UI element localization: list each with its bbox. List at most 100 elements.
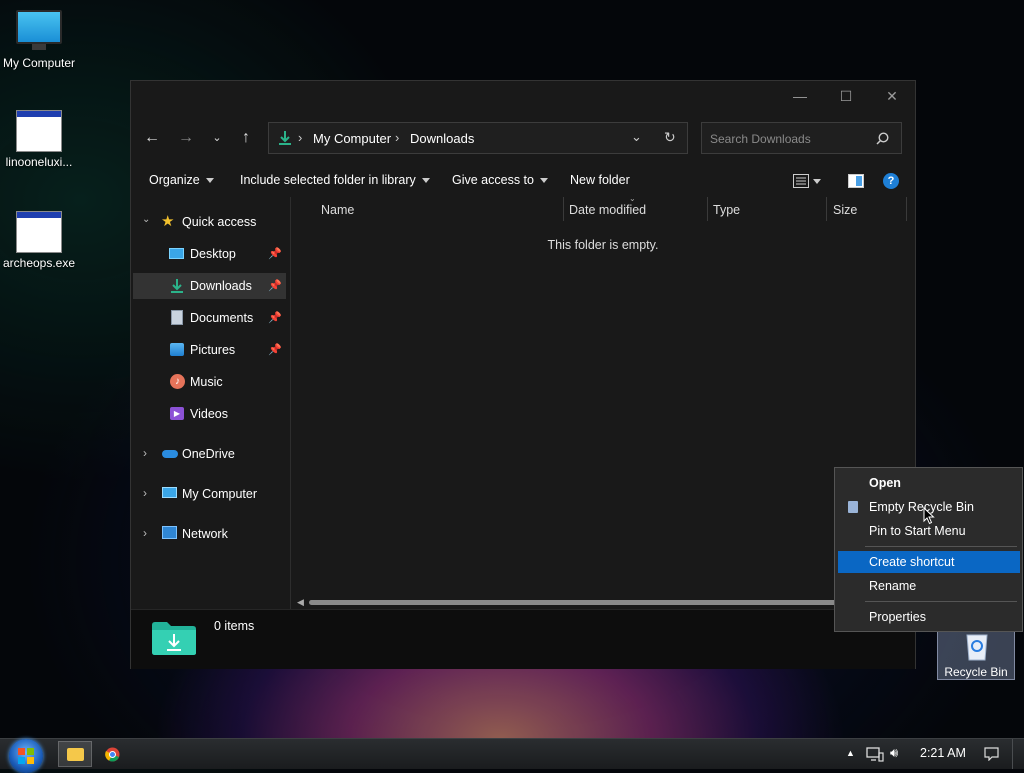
new-folder-button[interactable]: New folder: [570, 173, 630, 187]
menu-separator: [865, 546, 1017, 547]
menu-item-open[interactable]: Open: [838, 472, 1020, 494]
minimize-button[interactable]: —: [777, 85, 823, 107]
file-explorer-window: — ☐ ✕ ← → ⌄ ↑ › My Computer › Downloads …: [130, 80, 916, 669]
nav-item-downloads[interactable]: Downloads 📌: [133, 273, 286, 299]
nav-item-desktop[interactable]: Desktop 📌: [133, 241, 286, 267]
back-arrow-icon[interactable]: ←: [141, 128, 163, 148]
column-header-name[interactable]: Name: [321, 203, 354, 217]
nav-item-pictures[interactable]: Pictures 📌: [133, 337, 286, 363]
breadcrumb-separator-icon: ›: [395, 130, 400, 145]
desktop-icon-label: linooneluxi...: [5, 155, 73, 169]
command-bar: Organize Include selected folder in libr…: [131, 169, 915, 193]
up-arrow-icon[interactable]: ↑: [235, 128, 257, 148]
nav-my-computer[interactable]: › My Computer: [133, 481, 286, 507]
network-status-icon[interactable]: [866, 746, 884, 762]
empty-folder-message: This folder is empty.: [547, 238, 659, 252]
menu-item-create-shortcut[interactable]: Create shortcut: [838, 551, 1020, 573]
breadcrumb-downloads[interactable]: Downloads: [410, 131, 474, 146]
folder-icon: [67, 748, 84, 761]
menu-item-label: Open: [869, 476, 901, 490]
nav-onedrive[interactable]: › OneDrive: [133, 441, 286, 467]
menu-item-label: Create shortcut: [869, 555, 955, 569]
preview-pane-icon[interactable]: [848, 174, 864, 188]
application-icon: [16, 211, 62, 253]
recent-locations-chevron-icon[interactable]: ⌄: [206, 128, 228, 148]
taskbar-chrome[interactable]: [96, 741, 130, 767]
menu-item-label: Empty Recycle Bin: [869, 500, 974, 514]
taskbar-file-explorer[interactable]: [58, 741, 92, 767]
title-bar[interactable]: — ☐ ✕: [131, 81, 915, 111]
desktop-icon-my-computer[interactable]: My Computer: [0, 10, 78, 70]
address-bar[interactable]: › My Computer › Downloads ⌄ ↻: [268, 122, 688, 154]
maximize-button[interactable]: ☐: [823, 85, 869, 107]
downloads-folder-icon: [152, 622, 196, 655]
application-icon: [16, 110, 62, 152]
music-note-icon: ♪: [170, 374, 185, 389]
pin-icon[interactable]: 📌: [268, 311, 282, 324]
address-dropdown-icon[interactable]: ⌄: [631, 129, 642, 145]
column-divider[interactable]: [826, 197, 827, 221]
chrome-icon: [105, 747, 120, 762]
taskbar: ▲ 🔊︎ 2:21 AM: [0, 738, 1024, 773]
pin-icon[interactable]: 📌: [268, 279, 282, 292]
nav-quick-access[interactable]: ⌄ ★ Quick access: [133, 209, 286, 235]
clock[interactable]: 2:21 AM: [920, 746, 966, 760]
volume-icon[interactable]: 🔊︎: [890, 745, 898, 761]
expand-chevron-right-icon[interactable]: ›: [143, 526, 147, 540]
nav-root-label: Network: [182, 527, 228, 541]
scroll-left-icon[interactable]: ◀: [297, 597, 304, 608]
view-dropdown-icon[interactable]: [813, 179, 821, 184]
search-input[interactable]: Search Downloads: [701, 122, 902, 154]
help-icon[interactable]: ?: [883, 173, 899, 189]
breadcrumb-separator-icon: ›: [298, 130, 303, 145]
video-icon: ▶: [170, 407, 184, 420]
expand-chevron-down-icon[interactable]: ⌄: [142, 214, 150, 225]
nav-item-videos[interactable]: ▶ Videos: [133, 401, 286, 427]
breadcrumb-my-computer[interactable]: My Computer: [313, 131, 391, 146]
pin-icon[interactable]: 📌: [268, 247, 282, 260]
nav-network[interactable]: › Network: [133, 521, 286, 547]
menu-item-rename[interactable]: Rename: [838, 575, 1020, 597]
organize-menu[interactable]: Organize: [149, 173, 214, 187]
give-access-menu[interactable]: Give access to: [452, 173, 548, 187]
recycle-bin-icon: [848, 501, 858, 513]
show-hidden-icons-icon[interactable]: ▲: [846, 748, 855, 758]
nav-item-label: Downloads: [190, 279, 252, 293]
menu-item-properties[interactable]: Properties: [838, 606, 1020, 628]
network-icon: [162, 526, 177, 539]
close-button[interactable]: ✕: [869, 85, 915, 107]
forward-arrow-icon[interactable]: →: [175, 128, 197, 148]
nav-item-documents[interactable]: Documents 📌: [133, 305, 286, 331]
menu-item-label: Properties: [869, 610, 926, 624]
view-options-icon[interactable]: [793, 174, 809, 188]
nav-root-label: My Computer: [182, 487, 258, 501]
desktop-icon-archeops[interactable]: archeops.exe: [0, 211, 78, 270]
star-icon: ★: [161, 213, 175, 230]
horizontal-scrollbar[interactable]: ◀: [297, 597, 909, 607]
notification-icon[interactable]: [984, 747, 999, 761]
download-arrow-icon: [279, 131, 291, 145]
pin-icon[interactable]: 📌: [268, 343, 282, 356]
download-arrow-icon: [171, 279, 183, 293]
column-header-date-modified[interactable]: Date modified: [569, 203, 646, 217]
desktop-icon-linooneluxi[interactable]: linooneluxi...: [0, 110, 78, 169]
computer-icon: [16, 10, 62, 50]
column-header-size[interactable]: Size: [833, 203, 857, 217]
show-desktop-button[interactable]: [1012, 739, 1024, 769]
column-divider[interactable]: [563, 197, 564, 221]
document-icon: [171, 310, 183, 325]
expand-chevron-right-icon[interactable]: ›: [143, 486, 147, 500]
nav-root-label: OneDrive: [182, 447, 235, 461]
sort-indicator-icon: ⌄: [629, 194, 636, 203]
column-divider[interactable]: [906, 197, 907, 221]
context-menu: Open Empty Recycle Bin Pin to Start Menu…: [834, 467, 1023, 632]
column-header-type[interactable]: Type: [713, 203, 740, 217]
include-in-library-menu[interactable]: Include selected folder in library: [240, 173, 430, 187]
desktop-icon-recycle-bin[interactable]: Recycle Bin: [937, 626, 1015, 680]
refresh-icon[interactable]: ↻: [664, 129, 676, 146]
scrollbar-thumb[interactable]: [309, 600, 869, 605]
nav-item-music[interactable]: ♪ Music: [133, 369, 286, 395]
column-divider[interactable]: [707, 197, 708, 221]
expand-chevron-right-icon[interactable]: ›: [143, 446, 147, 460]
recycle-bin-icon: [966, 634, 988, 661]
